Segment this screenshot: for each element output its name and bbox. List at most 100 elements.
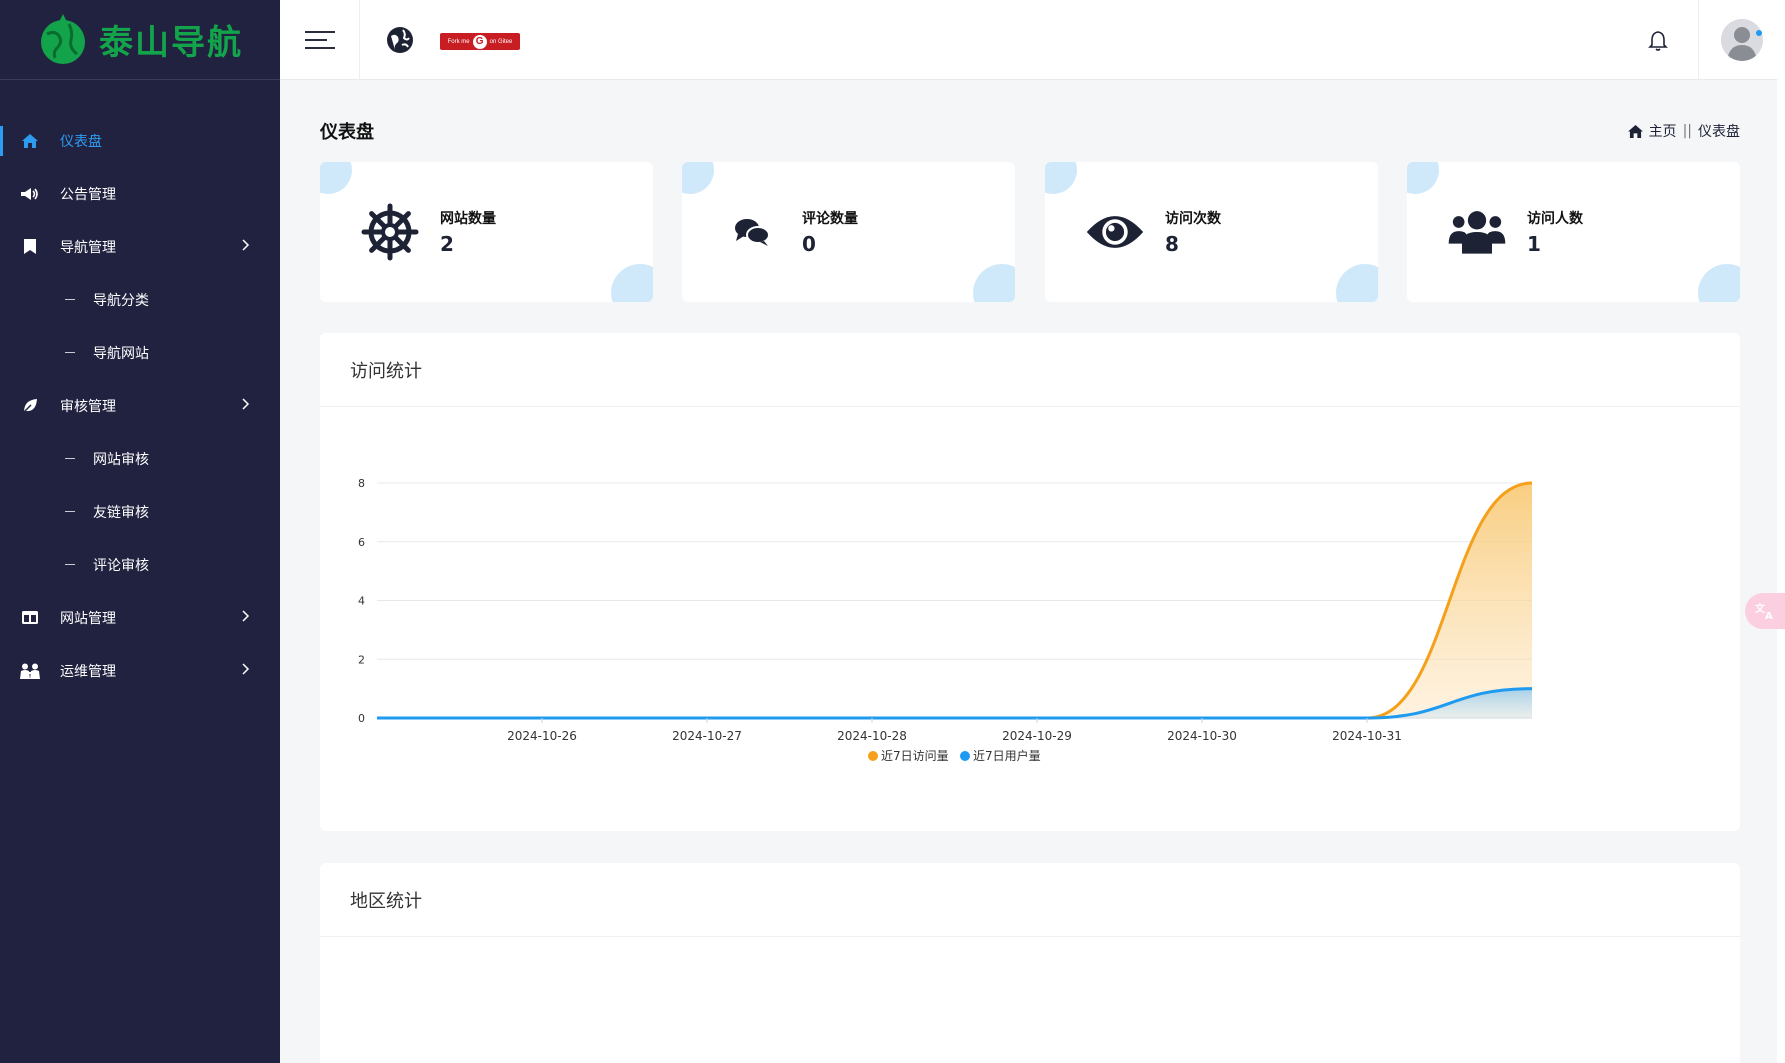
legend-label[interactable]: 近7日用户量 bbox=[973, 748, 1041, 763]
sidebar-item-review[interactable]: 审核管理 bbox=[0, 379, 280, 432]
y-tick-label: 4 bbox=[358, 595, 365, 608]
stat-value: 1 bbox=[1527, 232, 1541, 256]
card-decoration bbox=[1336, 264, 1378, 302]
sidebar-subitem-comment-review[interactable]: 评论审核 bbox=[0, 538, 280, 591]
hamburger-line bbox=[304, 47, 335, 49]
globe-logo-icon bbox=[41, 13, 85, 64]
dash-icon bbox=[65, 564, 75, 565]
card-decoration bbox=[682, 162, 714, 194]
sidebar-menu: 仪表盘 公告管理 导航管理 导航分类 导航网站 审核管理 网站审核 友链审核 评… bbox=[0, 80, 280, 697]
sidebar-item-site-management[interactable]: 网站管理 bbox=[0, 591, 280, 644]
card-decoration bbox=[611, 264, 653, 302]
hamburger-line bbox=[304, 39, 327, 41]
table-icon bbox=[20, 608, 40, 628]
globe-icon[interactable] bbox=[385, 25, 415, 55]
x-tick-label: 2024-10-26 bbox=[507, 729, 577, 743]
series-area-1 bbox=[377, 688, 1532, 718]
menu-toggle-button[interactable] bbox=[280, 0, 360, 80]
legend-marker[interactable] bbox=[868, 751, 878, 761]
fork-on-gitee-badge[interactable]: Fork me G on Gitee bbox=[440, 33, 520, 50]
logo[interactable]: 泰山导航 bbox=[0, 0, 280, 80]
stat-card-comments: 评论数量 0 bbox=[682, 162, 1015, 302]
panel-title: 访问统计 bbox=[320, 333, 1740, 407]
people-icon bbox=[20, 661, 40, 681]
stat-value: 8 bbox=[1165, 232, 1179, 256]
x-tick-label: 2024-10-30 bbox=[1167, 729, 1237, 743]
stat-card-visitors: 访问人数 1 bbox=[1407, 162, 1740, 302]
gitee-logo-icon: G bbox=[472, 34, 487, 49]
user-menu[interactable] bbox=[1698, 0, 1785, 80]
sidebar-subitem-nav-categories[interactable]: 导航分类 bbox=[0, 273, 280, 326]
sidebar-item-label: 网站管理 bbox=[60, 610, 116, 627]
sidebar-item-navigation[interactable]: 导航管理 bbox=[0, 220, 280, 273]
chevron-right-icon bbox=[242, 398, 250, 410]
stat-value: 0 bbox=[802, 232, 816, 256]
y-tick-label: 0 bbox=[358, 712, 365, 725]
ship-wheel-icon bbox=[360, 202, 420, 262]
page-title: 仪表盘 bbox=[320, 122, 374, 143]
sidebar-subitem-label: 网站审核 bbox=[93, 451, 149, 468]
stat-value: 2 bbox=[440, 232, 454, 256]
default-user-icon bbox=[1721, 19, 1763, 61]
breadcrumb-current: 仪表盘 bbox=[1698, 124, 1740, 140]
sidebar: 泰山导航 仪表盘 公告管理 导航管理 导航分类 导航网站 审核管理 网站审核 友… bbox=[0, 0, 280, 1063]
x-tick-label: 2024-10-31 bbox=[1332, 729, 1402, 743]
breadcrumb-separator: || bbox=[1682, 123, 1692, 139]
stat-label: 访问次数 bbox=[1165, 211, 1221, 227]
stat-card-sites: 网站数量 2 bbox=[320, 162, 653, 302]
sidebar-subitem-site-review[interactable]: 网站审核 bbox=[0, 432, 280, 485]
translate-button[interactable]: 文 A bbox=[1745, 593, 1785, 629]
sidebar-item-ops[interactable]: 运维管理 bbox=[0, 644, 280, 697]
breadcrumb: 主页 || 仪表盘 bbox=[1627, 121, 1740, 141]
y-tick-label: 8 bbox=[358, 477, 365, 490]
megaphone-icon bbox=[20, 184, 40, 204]
comments-icon bbox=[722, 202, 782, 262]
logo-text: 泰山导航 bbox=[99, 23, 243, 63]
bell-icon[interactable] bbox=[1648, 30, 1668, 52]
stat-label: 评论数量 bbox=[802, 211, 858, 227]
x-tick-label: 2024-10-29 bbox=[1002, 729, 1072, 743]
page-scrollbar[interactable] bbox=[1777, 0, 1785, 1063]
sidebar-item-label: 导航管理 bbox=[60, 239, 116, 256]
stat-label: 访问人数 bbox=[1527, 211, 1583, 227]
dash-icon bbox=[65, 299, 75, 300]
stat-card-visits: 访问次数 8 bbox=[1045, 162, 1378, 302]
home-icon bbox=[1627, 124, 1643, 138]
stat-label: 网站数量 bbox=[440, 211, 496, 227]
card-decoration bbox=[1045, 162, 1077, 194]
legend-label[interactable]: 近7日访问量 bbox=[881, 749, 949, 763]
sidebar-item-announcements[interactable]: 公告管理 bbox=[0, 167, 280, 220]
visit-stats-panel: 访问统计 0 2 4 6 8 2024-10-26 2024-10-27 2024-10-28… bbox=[320, 333, 1740, 831]
bookmark-icon bbox=[20, 237, 40, 257]
users-icon bbox=[1447, 202, 1507, 262]
y-tick-label: 6 bbox=[358, 536, 365, 549]
leaf-icon bbox=[20, 396, 40, 416]
y-tick-label: 2 bbox=[358, 653, 365, 666]
sidebar-subitem-label: 评论审核 bbox=[93, 557, 149, 574]
legend-marker[interactable] bbox=[960, 751, 970, 761]
x-tick-label: 2024-10-28 bbox=[837, 729, 907, 743]
avatar[interactable] bbox=[1721, 19, 1763, 61]
dash-icon bbox=[65, 352, 75, 353]
sidebar-item-dashboard[interactable]: 仪表盘 bbox=[0, 114, 280, 167]
svg-text:A: A bbox=[1765, 611, 1773, 620]
visit-chart: 0 2 4 6 8 2024-10-26 2024-10-27 2024-10-28 2024-… bbox=[358, 477, 1533, 763]
online-status-dot bbox=[1756, 30, 1762, 36]
dash-icon bbox=[65, 458, 75, 459]
series-line-1 bbox=[377, 687, 1533, 720]
hamburger-line bbox=[304, 31, 335, 33]
sidebar-subitem-link-review[interactable]: 友链审核 bbox=[0, 485, 280, 538]
chevron-right-icon bbox=[242, 610, 250, 622]
dash-icon bbox=[65, 511, 75, 512]
panel-title: 地区统计 bbox=[320, 863, 1740, 937]
translate-icon: 文 A bbox=[1755, 602, 1773, 620]
sidebar-item-label: 仪表盘 bbox=[60, 133, 102, 150]
card-decoration bbox=[973, 264, 1015, 302]
sidebar-subitem-label: 导航网站 bbox=[93, 345, 149, 362]
top-header: Fork me G on Gitee bbox=[280, 0, 1785, 80]
chevron-right-icon bbox=[242, 663, 250, 675]
breadcrumb-home-link[interactable]: 主页 bbox=[1649, 121, 1677, 141]
sidebar-subitem-nav-sites[interactable]: 导航网站 bbox=[0, 326, 280, 379]
card-decoration bbox=[320, 162, 352, 194]
card-decoration bbox=[1407, 162, 1439, 194]
